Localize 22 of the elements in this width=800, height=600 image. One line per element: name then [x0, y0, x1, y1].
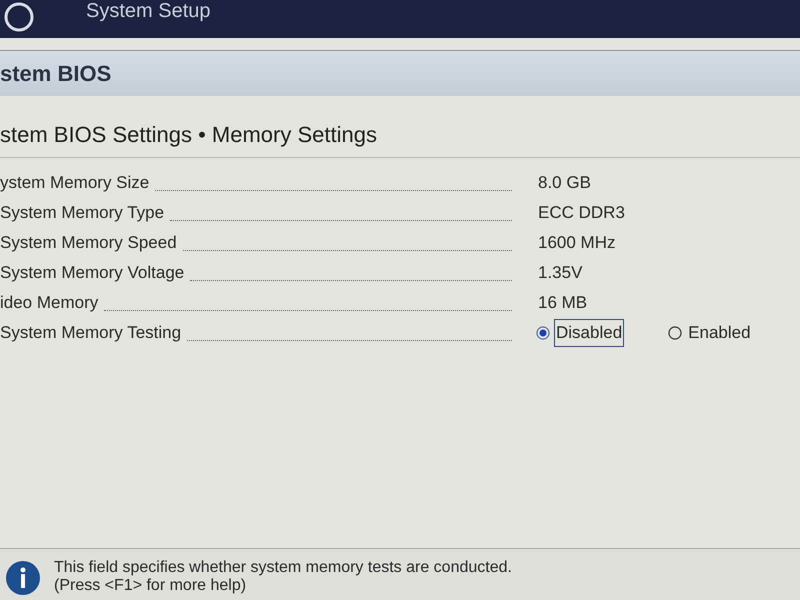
section-title: stem BIOS — [0, 60, 112, 88]
window-title: System Setup — [86, 0, 211, 22]
radio-label[interactable]: Enabled — [686, 319, 753, 347]
radio-button[interactable] — [668, 326, 682, 340]
setting-label: ideo Memory — [0, 292, 98, 314]
info-icon — [6, 561, 40, 595]
radio-label[interactable]: Disabled — [554, 319, 624, 347]
logo-icon — [4, 2, 34, 32]
setting-value: 1600 MHz — [538, 232, 616, 254]
setting-value: 16 MB — [538, 292, 588, 314]
breadcrumb: stem BIOS Settings • Memory Settings — [0, 122, 377, 147]
setting-value: 8.0 GB — [538, 172, 591, 194]
setting-label: System Memory Speed — [0, 232, 177, 254]
setting-label: System Memory Type — [0, 202, 164, 224]
radio-button[interactable] — [536, 326, 550, 340]
setting-label: System Memory Voltage — [0, 262, 184, 284]
setting-value: 1.35V — [538, 262, 582, 284]
help-text: This field specifies whether system memory tests are conducted. — [54, 559, 512, 577]
help-text: (Press <F1> for more help) — [54, 577, 248, 595]
setting-label: ystem Memory Size — [0, 172, 150, 194]
setting-label: System Memory Testing — [0, 322, 182, 344]
setting-value: ECC DDR3 — [538, 202, 625, 224]
